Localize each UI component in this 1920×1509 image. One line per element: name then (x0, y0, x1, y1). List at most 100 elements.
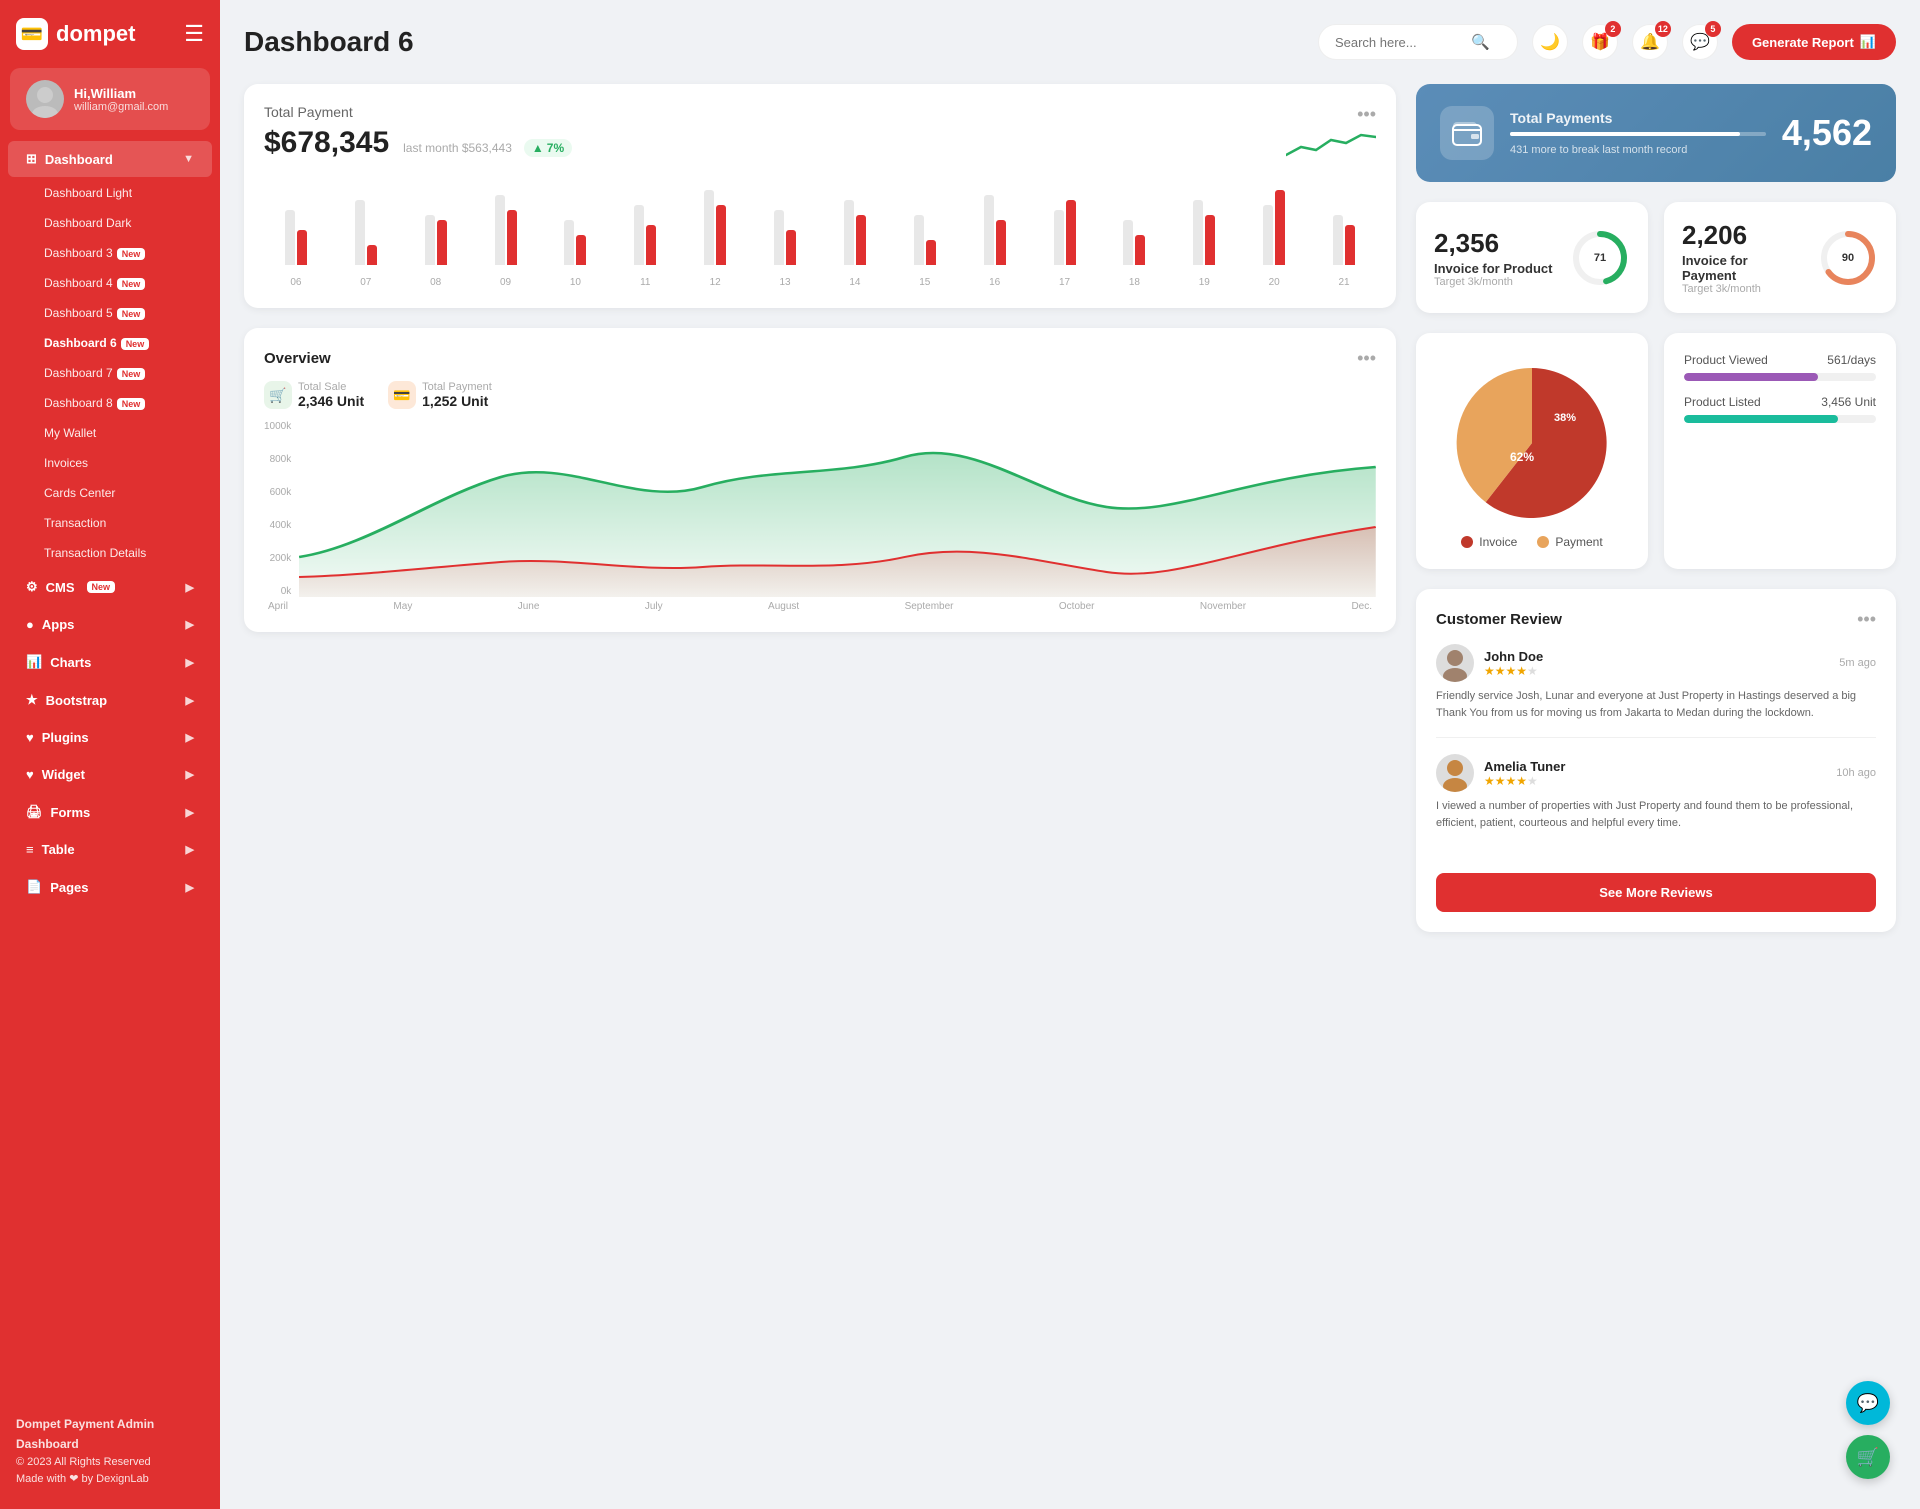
red-bar (1205, 215, 1215, 265)
fab-group: 💬 🛒 (1846, 1381, 1890, 1479)
sidebar-item-cms[interactable]: ⚙ CMS New ▶ (8, 569, 212, 605)
sidebar-sub-cards-center[interactable]: Cards Center (8, 479, 212, 507)
red-bar (437, 220, 447, 265)
red-bar (1345, 225, 1355, 265)
content-grid: Total Payment $678,345 last month $563,4… (244, 84, 1896, 932)
chat-fab-button[interactable]: 💬 (1846, 1381, 1890, 1425)
total-payment-legend: 💳 Total Payment 1,252 Unit (388, 381, 492, 409)
sidebar-item-label: Apps (42, 617, 75, 632)
search-input[interactable] (1335, 35, 1465, 50)
sidebar-sub-transaction[interactable]: Transaction (8, 509, 212, 537)
see-more-reviews-button[interactable]: See More Reviews (1436, 873, 1876, 912)
sidebar-item-label: Plugins (42, 730, 89, 745)
gray-bar (564, 220, 574, 265)
search-box[interactable]: 🔍 (1318, 24, 1518, 60)
total-payment-icon: 💳 (388, 381, 416, 409)
bar-group (1103, 220, 1167, 265)
widget-icon: ♥ (26, 767, 34, 782)
sidebar-header: 💳 dompet ☰ (0, 0, 220, 68)
invoice-payment-target: Target 3k/month (1682, 283, 1804, 295)
sidebar-sub-dashboard-3[interactable]: Dashboard 3New (8, 239, 212, 267)
bar-label: 15 (893, 277, 957, 288)
sidebar-sub-dashboard-7[interactable]: Dashboard 7New (8, 359, 212, 387)
sidebar-item-label: Forms (51, 805, 91, 820)
sidebar-sub-dashboard-light[interactable]: Dashboard Light (8, 179, 212, 207)
bell-button[interactable]: 🔔 12 (1632, 24, 1668, 60)
footer-made-with: Made with ❤ by DexignLab (16, 1471, 204, 1489)
sidebar-item-table[interactable]: ≡ Table ▶ (8, 832, 212, 867)
total-payment-value: $678,345 (264, 126, 389, 160)
bell-badge: 12 (1655, 21, 1671, 37)
gray-bar (1333, 215, 1343, 265)
area-chart (299, 417, 1376, 597)
cart-fab-icon: 🛒 (1857, 1447, 1879, 1468)
card-menu-button[interactable]: ••• (1357, 104, 1376, 125)
invoice-payment-card: 2,206 Invoice for Payment Target 3k/mont… (1664, 202, 1896, 313)
review-menu-button[interactable]: ••• (1857, 609, 1876, 630)
review-header: Customer Review ••• (1436, 609, 1876, 630)
stats-row: 62% 38% Invoice Payment (1416, 333, 1896, 569)
sidebar-item-forms[interactable]: 🖨 Forms ▶ (8, 794, 212, 830)
x-axis-labels: April May June July August September Oct… (264, 601, 1376, 612)
invoice-product-label: Invoice for Product (1434, 261, 1556, 276)
sidebar-sub-invoices[interactable]: Invoices (8, 449, 212, 477)
chat-badge: 5 (1705, 21, 1721, 37)
review-item: John Doe ★★★★★ 5m ago Friendly service J… (1436, 644, 1876, 738)
theme-toggle-button[interactable]: 🌙 (1532, 24, 1568, 60)
cart-fab-button[interactable]: 🛒 (1846, 1435, 1890, 1479)
sidebar-item-bootstrap[interactable]: ★ Bootstrap ▶ (8, 682, 212, 718)
gray-bar (844, 200, 854, 265)
chevron-right-icon: ▶ (186, 618, 194, 631)
review-meta: John Doe ★★★★★ 5m ago (1436, 644, 1876, 682)
sidebar-item-widget[interactable]: ♥ Widget ▶ (8, 757, 212, 792)
gift-badge: 2 (1605, 21, 1621, 37)
gray-bar (495, 195, 505, 265)
sidebar-sub-my-wallet[interactable]: My Wallet (8, 419, 212, 447)
svg-text:38%: 38% (1554, 412, 1576, 424)
red-bar (507, 210, 517, 265)
reviewer-stars: ★★★★★ (1484, 664, 1543, 678)
bar-label: 08 (404, 277, 468, 288)
overview-menu-button[interactable]: ••• (1357, 348, 1376, 369)
sidebar-sub-dashboard-dark[interactable]: Dashboard Dark (8, 209, 212, 237)
stat-bar-bg (1684, 373, 1876, 381)
banner-value: 4,562 (1782, 112, 1872, 154)
bar-label: 20 (1242, 277, 1306, 288)
pie-legend-payment: Payment (1537, 535, 1602, 549)
chat-button[interactable]: 💬 5 (1682, 24, 1718, 60)
bar-group (544, 220, 608, 265)
sidebar-sub-dashboard-6[interactable]: Dashboard 6New (8, 329, 212, 357)
bar-group (963, 195, 1027, 265)
reviewer-avatar (1436, 644, 1474, 682)
gift-button[interactable]: 🎁 2 (1582, 24, 1618, 60)
chevron-right-icon: ▶ (186, 881, 194, 894)
sidebar-sub-dashboard-8[interactable]: Dashboard 8New (8, 389, 212, 417)
bar-label: 21 (1312, 277, 1376, 288)
y-label: 400k (264, 520, 291, 531)
generate-report-button[interactable]: Generate Report 📊 (1732, 24, 1896, 60)
sidebar-item-plugins[interactable]: ♥ Plugins ▶ (8, 720, 212, 755)
sidebar-logo[interactable]: 💳 dompet (16, 18, 135, 50)
review-meta: Amelia Tuner ★★★★★ 10h ago (1436, 754, 1876, 792)
search-icon: 🔍 (1471, 33, 1490, 51)
bar-label: 07 (334, 277, 398, 288)
total-payment-last-month: last month $563,443 (403, 141, 512, 155)
bar-label: 14 (823, 277, 887, 288)
banner-sub: 431 more to break last month record (1510, 144, 1766, 156)
pie-chart-svg: 62% 38% (1442, 353, 1622, 523)
bar-label: 10 (544, 277, 608, 288)
banner-title: Total Payments (1510, 110, 1766, 126)
sidebar-item-pages[interactable]: 📄 Pages ▶ (8, 869, 212, 905)
sidebar-item-charts[interactable]: 📊 Charts ▶ (8, 644, 212, 680)
sidebar-sub-dashboard-5[interactable]: Dashboard 5New (8, 299, 212, 327)
bar-group (1312, 215, 1376, 265)
sidebar-sub-dashboard-4[interactable]: Dashboard 4New (8, 269, 212, 297)
review-time: 10h ago (1836, 767, 1876, 779)
total-sale-icon: 🛒 (264, 381, 292, 409)
sidebar-sub-transaction-details[interactable]: Transaction Details (8, 539, 212, 567)
product-viewed-stat: Product Viewed 561/days (1684, 353, 1876, 381)
sidebar-item-apps[interactable]: ● Apps ▶ (8, 607, 212, 642)
chat-fab-icon: 💬 (1857, 1393, 1879, 1414)
sidebar-item-dashboard[interactable]: ⊞ Dashboard ▼ (8, 141, 212, 177)
hamburger-button[interactable]: ☰ (184, 21, 204, 47)
